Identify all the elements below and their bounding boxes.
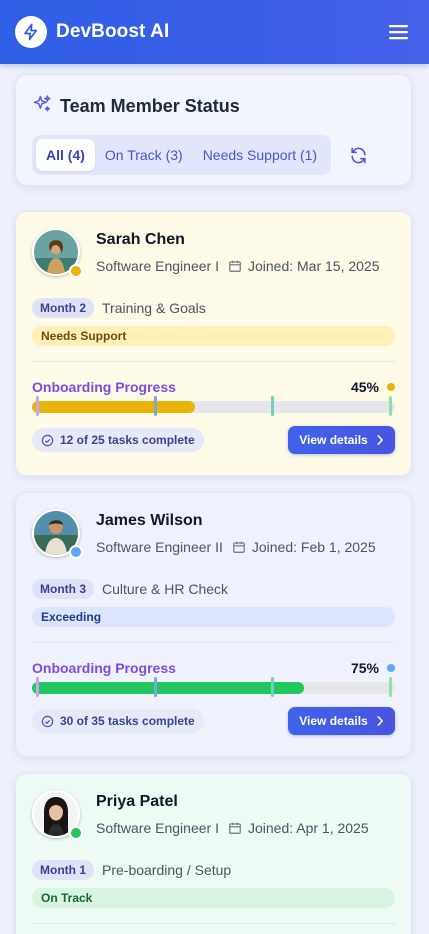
status-dot (69, 545, 83, 559)
status-dot (69, 826, 83, 840)
view-details-button[interactable]: View details (288, 426, 395, 454)
phase-name: Pre-boarding / Setup (102, 862, 232, 878)
check-circle-icon (41, 434, 54, 447)
sparkles-icon (32, 94, 52, 119)
month-badge: Month 1 (32, 860, 94, 880)
view-details-label: View details (299, 433, 368, 447)
divider (32, 642, 395, 643)
progress-dot (387, 664, 395, 672)
progress-label: Onboarding Progress (32, 379, 176, 395)
progress-percent: 45% (350, 379, 379, 395)
progress-fill (32, 401, 196, 413)
chevron-right-icon (376, 435, 384, 445)
progress-percent: 75% (350, 660, 379, 676)
member-role: Software Engineer I (96, 258, 219, 274)
member-card: James Wilson Software Engineer II Joined… (15, 492, 412, 757)
filter-tab-all[interactable]: All (4) (36, 139, 95, 171)
lightning-bolt-icon (15, 16, 47, 48)
milestone-marker (36, 677, 39, 697)
member-name: Sarah Chen (96, 231, 185, 248)
team-status-panel: Team Member Status All (4) On Track (3) … (15, 74, 412, 186)
month-badge: Month 3 (32, 579, 94, 599)
progress-bar (32, 396, 395, 416)
milestone-marker (154, 396, 157, 416)
view-details-button[interactable]: View details (288, 707, 395, 735)
chevron-right-icon (376, 716, 384, 726)
task-count: 12 of 25 tasks complete (32, 428, 204, 452)
task-count-text: 30 of 35 tasks complete (60, 714, 195, 728)
phase-name: Training & Goals (102, 300, 206, 316)
milestone-marker (271, 677, 274, 697)
calendar-icon (228, 259, 242, 273)
filter-tabs: All (4) On Track (3) Needs Support (1) (32, 135, 332, 175)
phase-name: Culture & HR Check (102, 581, 229, 597)
milestone-marker (271, 396, 274, 416)
milestone-marker (154, 677, 157, 697)
progress-label: Onboarding Progress (32, 660, 176, 676)
status-dot (69, 264, 83, 278)
divider (32, 923, 395, 924)
panel-title: Team Member Status (60, 95, 240, 116)
app-header: DevBoost AI (0, 0, 429, 64)
hamburger-menu-icon[interactable] (384, 17, 414, 47)
refresh-icon[interactable] (347, 144, 369, 166)
task-count: 30 of 35 tasks complete (32, 709, 204, 733)
task-count-text: 12 of 25 tasks complete (60, 433, 195, 447)
check-circle-icon (41, 715, 54, 728)
calendar-icon (228, 821, 242, 835)
joined-date: Joined: Feb 1, 2025 (251, 539, 376, 555)
month-badge: Month 2 (32, 298, 94, 318)
view-details-label: View details (299, 714, 368, 728)
filter-tab-needs-support[interactable]: Needs Support (1) (193, 139, 327, 171)
joined-date: Joined: Mar 15, 2025 (247, 258, 380, 274)
status-badge: Needs Support (32, 326, 395, 346)
calendar-icon (232, 540, 246, 554)
divider (32, 361, 395, 362)
progress-bar (32, 677, 395, 697)
milestone-marker (389, 396, 392, 416)
status-badge: On Track (32, 888, 395, 908)
app-title: DevBoost AI (56, 21, 170, 42)
milestone-marker (36, 396, 39, 416)
member-role: Software Engineer II (96, 539, 223, 555)
progress-fill (32, 682, 305, 694)
joined-date: Joined: Apr 1, 2025 (247, 820, 369, 836)
filter-tab-on-track[interactable]: On Track (3) (95, 139, 193, 171)
progress-dot (387, 383, 395, 391)
member-name: James Wilson (96, 512, 203, 529)
status-badge: Exceeding (32, 607, 395, 627)
member-card: Priya Patel Software Engineer I Joined: … (15, 773, 412, 934)
member-role: Software Engineer I (96, 820, 219, 836)
member-name: Priya Patel (96, 793, 178, 810)
milestone-marker (389, 677, 392, 697)
member-card: Sarah Chen Software Engineer I Joined: M… (15, 211, 412, 476)
